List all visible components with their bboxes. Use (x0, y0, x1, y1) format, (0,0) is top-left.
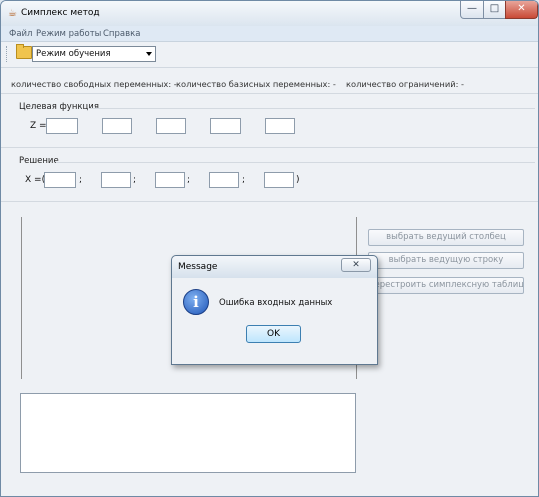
solution-section-title: Решение (19, 156, 59, 166)
solution-section-line (56, 162, 535, 163)
objective-coef-1[interactable] (46, 118, 78, 134)
mode-select[interactable]: Режим обучения (32, 46, 156, 62)
ok-button[interactable]: OK (246, 325, 301, 343)
divider (1, 201, 538, 202)
menu-file[interactable]: Файл (9, 29, 32, 39)
dialog-title-bar: Message ✕ (172, 256, 377, 278)
dialog-close-button[interactable]: ✕ (341, 258, 371, 272)
objective-section-title: Целевая функция (19, 102, 99, 112)
solution-closing-paren: ) (296, 175, 300, 185)
divider (1, 147, 538, 148)
divider (1, 93, 538, 94)
free-vars-count: количество свободных переменных: - (11, 79, 177, 89)
rebuild-table-button[interactable]: перестроить симплексную таблицу (368, 277, 524, 294)
objective-coef-4[interactable] (210, 118, 241, 134)
solution-separator: ; (133, 175, 137, 185)
objective-label: Z = (30, 121, 47, 131)
folder-open-icon[interactable] (16, 44, 32, 59)
basis-vars-count: количество базисных переменных: - (176, 79, 336, 89)
solution-value-1[interactable] (44, 172, 76, 188)
message-dialog: Message ✕ i Ошибка входных данных OK (171, 255, 378, 365)
menu-mode[interactable]: Режим работы (36, 29, 101, 39)
java-cup-icon: ☕ (8, 8, 17, 19)
select-pivot-column-button[interactable]: выбрать ведущий столбец (368, 229, 524, 246)
solution-value-3[interactable] (155, 172, 185, 188)
solution-separator: ; (187, 175, 191, 185)
objective-coef-5[interactable] (265, 118, 295, 134)
minimize-button[interactable]: — (460, 1, 484, 19)
solution-separator: ; (242, 175, 246, 185)
select-pivot-row-button[interactable]: выбрать ведущую строку (368, 252, 524, 269)
solution-value-4[interactable] (209, 172, 239, 188)
info-icon: i (183, 289, 209, 315)
title-bar: ☕ Симплекс метод — □ ✕ (1, 1, 538, 26)
objective-section-line (89, 108, 535, 109)
mode-select-value: Режим обучения (36, 49, 111, 59)
menu-help[interactable]: Справка (103, 29, 140, 39)
toolbar-grip[interactable] (6, 46, 9, 62)
dialog-message: Ошибка входных данных (219, 298, 333, 308)
solution-value-2[interactable] (101, 172, 131, 188)
close-button[interactable]: ✕ (505, 1, 538, 19)
toolbar: Режим обучения (1, 42, 538, 68)
objective-coef-2[interactable] (102, 118, 132, 134)
objective-coef-3[interactable] (156, 118, 186, 134)
solution-separator: ; (79, 175, 83, 185)
solution-value-5[interactable] (264, 172, 294, 188)
window-title: Симплекс метод (21, 8, 100, 18)
dialog-title: Message (178, 262, 218, 272)
log-textarea[interactable] (20, 393, 356, 473)
main-window: ☕ Симплекс метод — □ ✕ Файл Режим работы… (0, 0, 539, 497)
constraints-count: количество ограничений: - (346, 79, 465, 89)
menu-bar: Файл Режим работы Справка (1, 26, 538, 42)
chevron-down-icon (146, 52, 152, 56)
maximize-button[interactable]: □ (483, 1, 506, 19)
solution-label: X =( (25, 175, 46, 185)
